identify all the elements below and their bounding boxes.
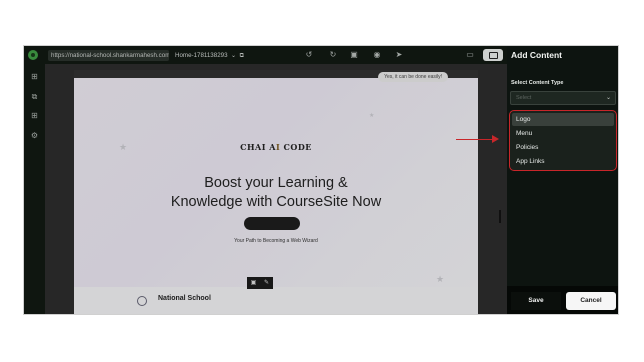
app-logo-icon[interactable] — [28, 50, 38, 60]
cancel-button[interactable]: Cancel — [566, 292, 616, 310]
annotation-arrow — [456, 138, 495, 140]
site-preview[interactable]: Yes, it can be done easily! ★ ★ ★ CHAI A… — [74, 70, 478, 314]
move-icon[interactable]: ▣ — [248, 278, 259, 288]
star-decoration-icon: ★ — [369, 113, 375, 119]
tablet-icon — [489, 52, 498, 59]
save-icon[interactable]: ▣ — [348, 49, 360, 61]
panel-title: Add Content — [511, 50, 562, 60]
tablet-view-button[interactable] — [483, 49, 503, 61]
content-type-label: Select Content Type — [511, 80, 564, 86]
annotation-arrow-head-icon — [492, 135, 499, 143]
page-selector-label: Home-1781138293 — [175, 52, 228, 59]
brand-text-suffix: CODE — [280, 142, 312, 152]
canvas-scrollbar[interactable] — [499, 210, 501, 223]
select-placeholder: Select — [516, 95, 532, 101]
content-type-select[interactable]: Select ⌄ — [510, 91, 616, 105]
desktop-icon[interactable]: ▭ — [464, 49, 476, 61]
brand-text-prefix: CHAI A — [240, 142, 276, 152]
chevron-down-icon: ⌄ — [229, 52, 237, 59]
star-decoration-icon: ★ — [436, 274, 445, 284]
footer-section — [74, 287, 478, 314]
page-selector[interactable]: Home-1781138293 ⌄ ⧉ — [175, 50, 244, 61]
settings-icon[interactable]: ⚙ — [29, 130, 40, 141]
hero-heading-line-1: Boost your Learning & — [204, 175, 348, 191]
add-page-icon[interactable]: ⊞ — [29, 71, 40, 82]
highlight-box — [509, 110, 617, 171]
brand-logo[interactable]: CHAI AI CODE — [74, 142, 478, 152]
chevron-down-icon: ⌄ — [605, 95, 611, 101]
undo-icon[interactable]: ↺ — [303, 49, 315, 61]
hero-cta-button[interactable] — [244, 217, 300, 230]
layers-icon[interactable]: ⧉ — [29, 91, 40, 102]
editor-canvas: Yes, it can be done easily! ★ ★ ★ CHAI A… — [45, 64, 507, 314]
preview-icon[interactable]: ◉ — [371, 49, 383, 61]
hero-tagline: Your Path to Becoming a Web Wizard — [234, 238, 318, 244]
url-bar[interactable]: https://national-school.shankarmahesh.co… — [48, 50, 169, 61]
announcement-badge: Yes, it can be done easily! — [378, 72, 448, 82]
components-icon[interactable]: ⊞ — [29, 110, 40, 121]
editor-window: https://national-school.shankarmahesh.co… — [24, 46, 618, 314]
hero-heading-line-2: Knowledge with CourseSite Now — [170, 194, 382, 210]
element-controls: ▣ ✎ — [247, 277, 273, 289]
add-content-panel: Add Content Select Content Type Select ⌄… — [507, 46, 618, 314]
edit-icon[interactable]: ✎ — [261, 278, 272, 288]
hero-heading: Boost your Learning & Knowledge with Cou… — [74, 174, 478, 212]
copy-icon[interactable]: ⧉ — [238, 52, 244, 59]
left-rail: ⊞ ⧉ ⊞ ⚙ — [24, 64, 45, 314]
publish-icon[interactable]: ➤ — [393, 49, 405, 61]
footer-site-name: National School — [158, 295, 211, 302]
school-logo-icon — [137, 296, 147, 306]
top-toolbar: https://national-school.shankarmahesh.co… — [24, 46, 507, 64]
save-button[interactable]: Save — [511, 292, 561, 310]
redo-icon[interactable]: ↻ — [327, 49, 339, 61]
